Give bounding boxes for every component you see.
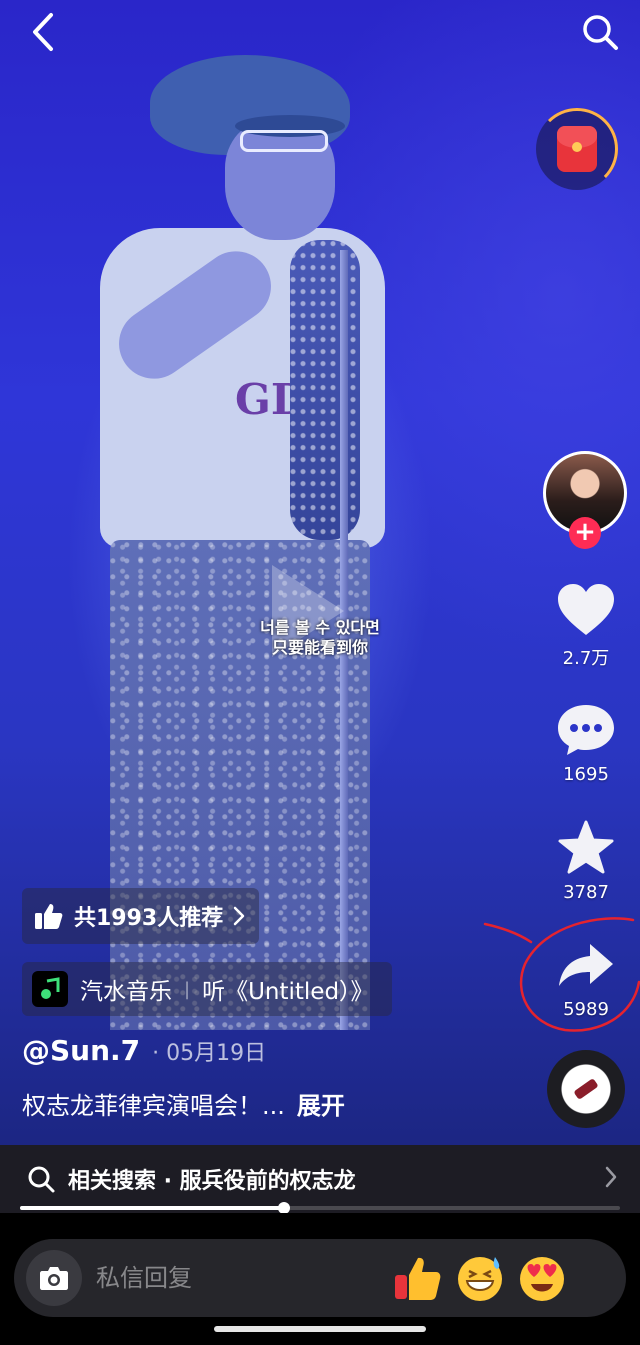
author-row: @Sun.7 · 05月19日 [22, 1034, 266, 1067]
favorite-button[interactable]: 3787 [552, 818, 620, 903]
subtitle-line-chinese: 只要能看到你 [271, 638, 368, 657]
like-count: 2.7万 [562, 648, 610, 669]
performer-glasses [240, 130, 328, 152]
search-icon [28, 1166, 55, 1193]
share-count: 5989 [563, 999, 609, 1020]
music-disc-button[interactable] [547, 1050, 625, 1128]
author-name[interactable]: @Sun.7 [22, 1034, 140, 1067]
mic-scarf [290, 240, 360, 540]
emoji-thumbs-up-button[interactable] [388, 1248, 448, 1308]
related-search-bar[interactable]: 相关搜索 · 服兵役前的权志龙 [0, 1145, 640, 1213]
progress-fill [20, 1206, 284, 1210]
related-search-label: 相关搜索 · 服兵役前的权志龙 [68, 1169, 356, 1194]
bottom-bar [0, 1213, 640, 1345]
like-button[interactable]: 2.7万 [552, 580, 620, 670]
playback-progress-bar[interactable] [20, 1202, 620, 1214]
star-icon [558, 820, 614, 874]
thumbs-up-emoji-icon [395, 1257, 441, 1300]
music-track-label: 听《Untitled）》 [202, 979, 374, 1005]
search-button[interactable] [578, 10, 622, 54]
subtitle-line-korean: 너를 볼 수 있다면 [260, 618, 380, 637]
emoji-grin-button[interactable] [450, 1248, 510, 1308]
reply-bar [14, 1239, 626, 1317]
camera-button[interactable] [26, 1250, 82, 1306]
music-separator: | [184, 978, 191, 1000]
chevron-left-icon [33, 13, 53, 51]
expand-caption-button[interactable]: 展开 [297, 1086, 345, 1121]
share-arrow-icon [559, 944, 613, 986]
recommend-pill[interactable]: 共1993人推荐 [22, 888, 260, 944]
camera-icon [40, 1267, 68, 1290]
grinning-emoji-icon [458, 1257, 502, 1301]
post-date: · 05月19日 [152, 1041, 267, 1066]
music-app-name: 汽水音乐 [80, 979, 172, 1005]
caption-row: 权志龙菲律宾演唱会！... 展开 [22, 1086, 345, 1121]
follow-button[interactable]: + [569, 517, 601, 549]
red-envelope-button[interactable] [536, 108, 618, 190]
heart-eyes-emoji-icon [520, 1257, 564, 1301]
red-envelope-icon [557, 126, 597, 172]
share-button[interactable]: 5989 [552, 935, 620, 1020]
comment-icon [558, 705, 614, 755]
music-tag[interactable]: 汽水音乐 | 听《Untitled）》 [22, 962, 392, 1016]
comment-button[interactable]: 1695 [552, 700, 620, 785]
heart-icon [558, 584, 614, 635]
emoji-heart-eyes-button[interactable] [512, 1248, 572, 1308]
thumbs-up-icon [35, 904, 63, 929]
home-indicator [214, 1326, 426, 1332]
reply-input[interactable] [96, 1264, 386, 1292]
chevron-right-icon [233, 906, 245, 926]
search-icon [583, 15, 618, 50]
music-cover-icon [573, 1078, 599, 1100]
post-caption: 权志龙菲律宾演唱会！... [22, 1092, 285, 1120]
recommend-label: 共1993人推荐 [74, 906, 224, 931]
qishui-music-icon [32, 971, 68, 1007]
chevron-right-icon [605, 1166, 617, 1188]
back-button[interactable] [20, 10, 64, 54]
favorite-count: 3787 [563, 882, 609, 903]
comment-count: 1695 [563, 764, 609, 785]
video-subtitle: 너를 볼 수 있다면 只要能看到你 [230, 618, 410, 658]
